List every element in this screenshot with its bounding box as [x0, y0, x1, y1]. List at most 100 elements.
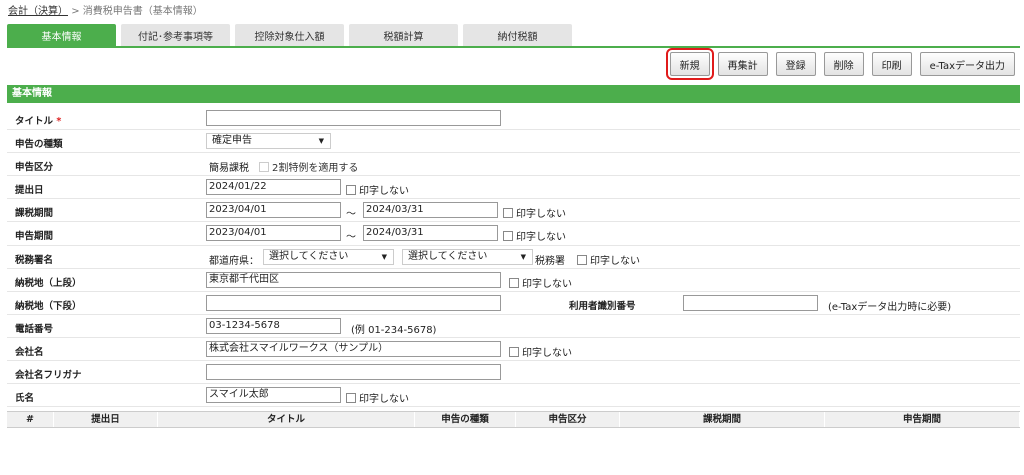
- tax-period-no-print-checkbox[interactable]: [503, 208, 513, 219]
- title-input[interactable]: [206, 110, 501, 126]
- row-title: タイトル *: [7, 107, 1020, 131]
- name-input[interactable]: スマイル太郎: [206, 387, 341, 404]
- row-tax-period: 課税期間 2023/04/01 ～ 2024/03/31 印字しない: [7, 199, 1020, 223]
- chevron-down-icon: ▼: [520, 252, 526, 261]
- chevron-down-icon: ▼: [381, 252, 387, 261]
- report-type-value: 確定申告: [212, 135, 252, 147]
- column-header-number[interactable]: #: [7, 412, 54, 427]
- period-separator: ～: [346, 209, 356, 221]
- company-kana-input[interactable]: [206, 364, 501, 381]
- tab-tax-calculation[interactable]: 税額計算: [349, 24, 458, 46]
- tax-period-label: 課税期間: [15, 208, 54, 220]
- user-id-input[interactable]: [683, 294, 818, 311]
- address-lower-label: 納税地（下段）: [15, 300, 82, 312]
- required-mark: *: [56, 116, 62, 127]
- tab-tax-payable[interactable]: 納付税額: [463, 24, 572, 46]
- prefecture-select[interactable]: 選択してください ▼: [263, 248, 394, 265]
- row-category: 申告区分 簡易課税 2割特例を適用する: [7, 153, 1020, 177]
- column-header-tax-period[interactable]: 課税期間: [620, 412, 825, 427]
- column-header-report-type[interactable]: 申告の種類: [415, 412, 516, 427]
- breadcrumb-parent-link[interactable]: 会計（決算）: [8, 6, 68, 17]
- table-header: # 提出日 タイトル 申告の種類 申告区分 課税期間 申告期間: [7, 411, 1020, 428]
- breadcrumb: 会計（決算） > 消費税申告書（基本情報）: [8, 2, 203, 17]
- phone-example: (例 01-234-5678): [351, 324, 437, 336]
- report-type-select[interactable]: 確定申告 ▼: [206, 133, 331, 150]
- company-input[interactable]: 株式会社スマイルワークス（サンプル）: [206, 340, 501, 357]
- breadcrumb-separator: >: [71, 6, 80, 17]
- submit-date-no-print-checkbox[interactable]: [346, 185, 356, 196]
- name-label: 氏名: [15, 393, 35, 405]
- phone-label: 電話番号: [15, 323, 54, 335]
- column-header-submit-date[interactable]: 提出日: [54, 412, 158, 427]
- report-period-from-input[interactable]: 2023/04/01: [206, 225, 341, 242]
- row-address-lower: 納税地（下段） 利用者識別番号 (e-Taxデータ出力時に必要): [7, 292, 1020, 315]
- tax-office-label: 税務署名: [15, 254, 54, 266]
- no-print-label: 印字しない: [516, 232, 566, 244]
- tax-office-no-print-checkbox[interactable]: [577, 254, 587, 265]
- tab-notes[interactable]: 付記･参考事項等: [121, 24, 230, 46]
- section-header: 基本情報: [7, 85, 1020, 103]
- user-id-label: 利用者識別番号: [569, 300, 636, 312]
- report-period-to-input[interactable]: 2024/03/31: [363, 225, 498, 242]
- address-lower-input[interactable]: [206, 294, 501, 311]
- row-submit-date: 提出日 2024/01/22 印字しない: [7, 176, 1020, 200]
- submit-date-label: 提出日: [15, 185, 44, 197]
- chevron-down-icon: ▼: [318, 137, 324, 146]
- basic-info-form: タイトル * 申告の種類 確定申告 ▼ 申告区分 簡易課税 2割特例を適用する 提…: [7, 107, 1020, 408]
- special-rule-label: 2割特例を適用する: [272, 163, 359, 175]
- category-label: 申告区分: [15, 162, 54, 174]
- new-button[interactable]: 新規: [665, 48, 714, 80]
- tax-office-value: 選択してください: [408, 250, 488, 262]
- period-separator: ～: [346, 232, 356, 244]
- recalculate-button[interactable]: 再集計: [717, 52, 768, 76]
- address-upper-input[interactable]: 東京都千代田区: [206, 271, 501, 288]
- etax-export-button[interactable]: e-Taxデータ出力: [919, 52, 1015, 76]
- tax-period-from-input[interactable]: 2023/04/01: [206, 202, 341, 219]
- tax-office-suffix: 税務署: [535, 255, 565, 267]
- row-company: 会社名 株式会社スマイルワークス（サンプル） 印字しない: [7, 338, 1020, 362]
- company-no-print-checkbox[interactable]: [509, 346, 519, 357]
- toolbar: 新規 再集計 登録 削除 印刷 e-Taxデータ出力: [665, 48, 1015, 80]
- address-no-print-checkbox[interactable]: [509, 277, 519, 288]
- prefecture-value: 選択してください: [269, 250, 349, 262]
- row-phone: 電話番号 03-1234-5678 (例 01-234-5678): [7, 315, 1020, 338]
- report-period-no-print-checkbox[interactable]: [503, 231, 513, 242]
- no-print-label: 印字しない: [522, 278, 572, 290]
- column-header-category[interactable]: 申告区分: [516, 412, 620, 427]
- row-company-kana: 会社名フリガナ: [7, 361, 1020, 385]
- no-print-label: 印字しない: [516, 209, 566, 221]
- tab-underline: [7, 46, 1020, 48]
- name-no-print-checkbox[interactable]: [346, 393, 356, 404]
- row-tax-office: 税務署名 都道府県： 選択してください ▼ 選択してください ▼ 税務署 印字しない: [7, 246, 1020, 269]
- title-label: タイトル: [15, 116, 54, 127]
- tab-bar: 基本情報 付記･参考事項等 控除対象仕入額 税額計算 納付税額: [7, 24, 577, 46]
- tax-office-select[interactable]: 選択してください ▼: [402, 248, 533, 265]
- column-header-title[interactable]: タイトル: [158, 412, 415, 427]
- tab-deductible-purchases[interactable]: 控除対象仕入額: [235, 24, 344, 46]
- print-button[interactable]: 印刷: [871, 52, 912, 76]
- address-upper-label: 納税地（上段）: [15, 277, 82, 289]
- register-button[interactable]: 登録: [775, 52, 816, 76]
- delete-button[interactable]: 削除: [823, 52, 864, 76]
- no-print-label: 印字しない: [359, 186, 409, 198]
- no-print-label: 印字しない: [522, 347, 572, 359]
- phone-input[interactable]: 03-1234-5678: [206, 317, 341, 334]
- report-period-label: 申告期間: [15, 231, 54, 243]
- submit-date-input[interactable]: 2024/01/22: [206, 179, 341, 196]
- report-type-label: 申告の種類: [15, 139, 63, 151]
- category-value: 簡易課税: [209, 163, 249, 175]
- breadcrumb-current: 消費税申告書（基本情報）: [82, 6, 203, 17]
- company-kana-label: 会社名フリガナ: [15, 370, 82, 382]
- prefecture-label: 都道府県：: [209, 255, 259, 267]
- tab-basic-info[interactable]: 基本情報: [7, 24, 116, 46]
- no-print-label: 印字しない: [359, 394, 409, 406]
- column-header-report-period[interactable]: 申告期間: [825, 412, 1020, 427]
- company-label: 会社名: [15, 346, 44, 358]
- row-report-type: 申告の種類 確定申告 ▼: [7, 130, 1020, 154]
- special-rule-checkbox[interactable]: [259, 162, 269, 173]
- user-id-note: (e-Taxデータ出力時に必要): [828, 301, 952, 313]
- row-report-period: 申告期間 2023/04/01 ～ 2024/03/31 印字しない: [7, 222, 1020, 246]
- row-address-upper: 納税地（上段） 東京都千代田区 印字しない: [7, 269, 1020, 292]
- tax-period-to-input[interactable]: 2024/03/31: [363, 202, 498, 219]
- row-name: 氏名 スマイル太郎 印字しない: [7, 384, 1020, 408]
